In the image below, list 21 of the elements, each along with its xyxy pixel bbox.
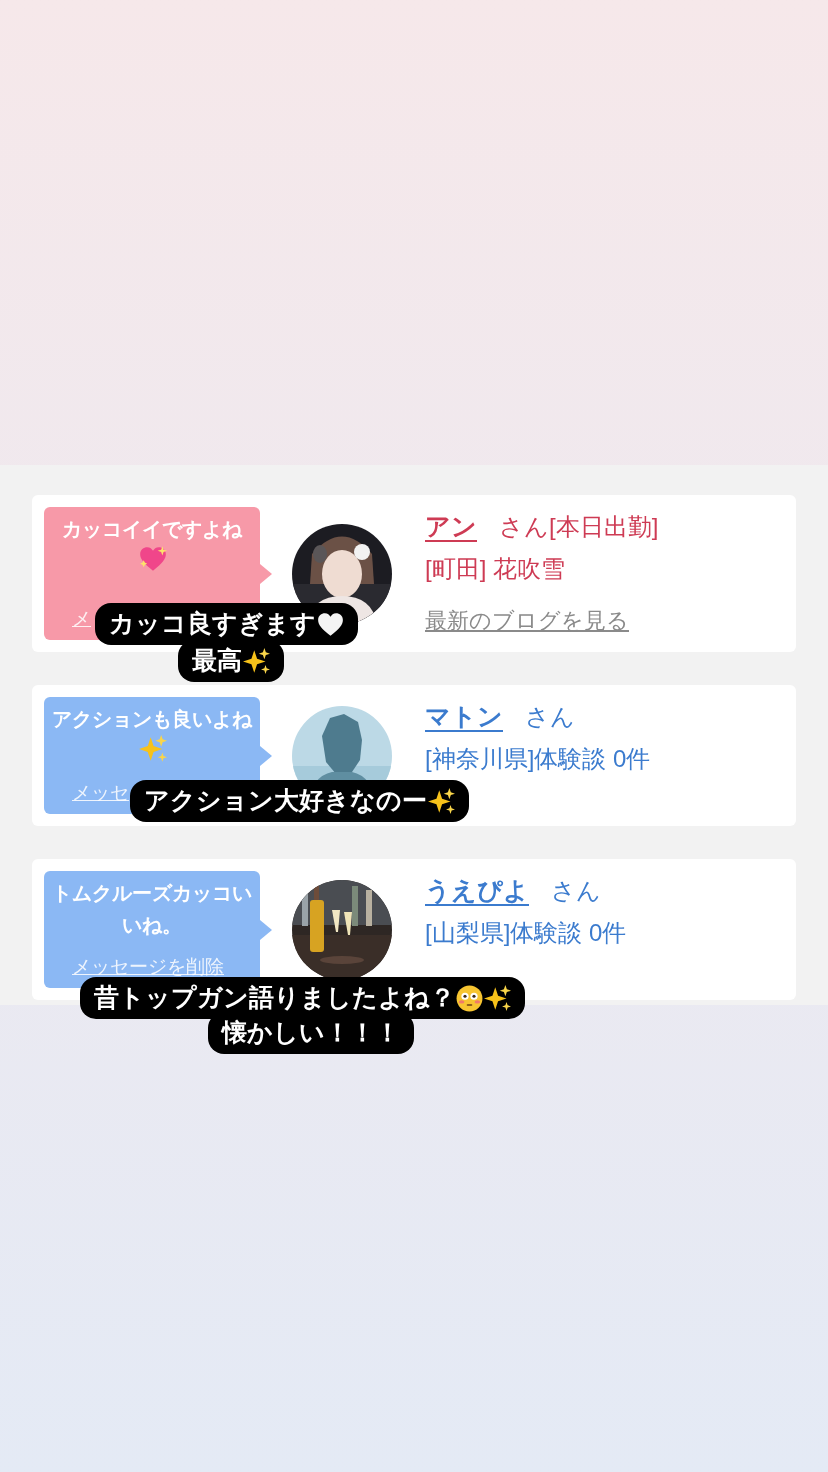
message-text: トムクルーズカッコいいね。 [51,881,253,938]
message-text: カッコイイですよね [62,517,242,542]
profile-name-link[interactable]: アン [425,509,477,543]
detail-text: [町田] 花吹雪 [425,554,566,584]
honorific-text: さん[本日出勤] [499,512,659,542]
honorific-text: さん [525,702,575,732]
blog-link[interactable]: 最新のブログを見る [425,604,659,637]
caption-text: 昔トップガン語りましたよね？ [94,982,455,1014]
delete-message-link[interactable]: メッセージを削除 [72,956,224,978]
detail-text: [神奈川県]体験談 0件 [425,744,651,774]
delete-message-link[interactable]: メ [72,608,91,630]
caption-text: カッコ良すぎます [109,608,316,640]
caption-text: アクション大好きなのー [144,785,427,817]
caption-text: 懐かしい！！！ [222,1017,400,1049]
caption-text: 最高 [192,645,242,677]
profile-name-link[interactable]: うえぴよ [425,873,529,907]
detail-text: [山梨県]体験談 0件 [425,918,627,948]
message-text: アクションも良いよね [52,707,252,732]
profile-name-link[interactable]: マトン [425,699,503,733]
delete-message-link[interactable]: メッセ [72,782,129,804]
honorific-text: さん [551,876,601,906]
